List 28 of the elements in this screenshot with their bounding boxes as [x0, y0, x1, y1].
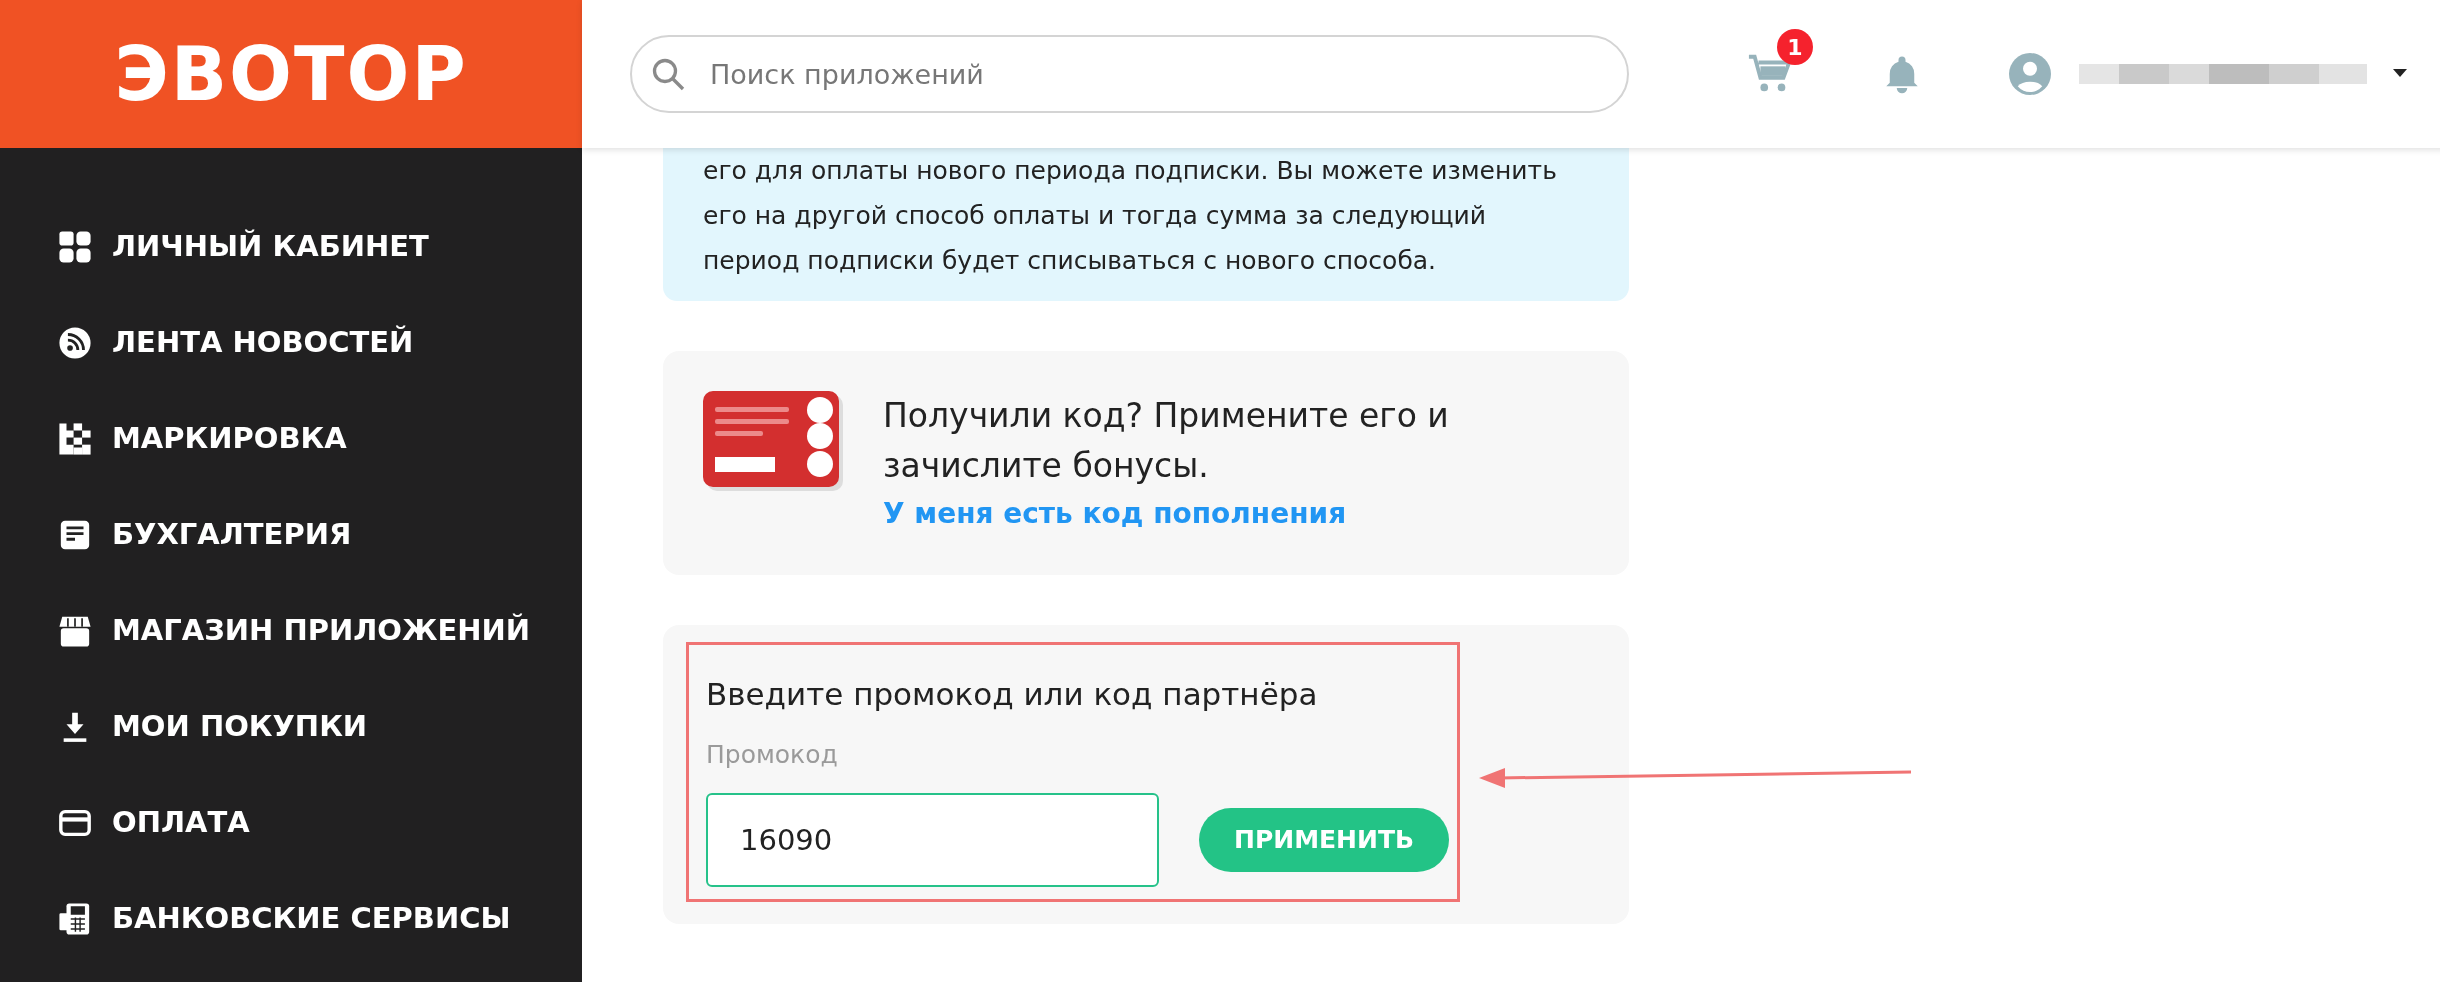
terminal-icon [58, 902, 92, 936]
promo-field-label: Промокод [706, 738, 839, 771]
sidebar-item[interactable]: БАНКОВСКИЕ СЕРВИСЫ [58, 896, 582, 942]
sidebar-item[interactable]: БУХГАЛТЕРИЯ [58, 512, 582, 558]
search-icon [650, 56, 686, 92]
avatar-icon[interactable] [2009, 53, 2051, 95]
store-icon [58, 614, 92, 648]
sidebar-item[interactable]: МАРКИРОВКА [58, 416, 582, 462]
document-icon [58, 518, 92, 552]
sidebar-item[interactable]: МОИ ПОКУПКИ [58, 704, 582, 750]
dropdown-caret-icon[interactable] [2393, 69, 2407, 79]
sidebar-item[interactable]: МАГАЗИН ПРИЛОЖЕНИЙ [58, 608, 582, 654]
sidebar-item[interactable]: ЛЕНТА НОВОСТЕЙ [58, 320, 582, 366]
sidebar-item[interactable]: ОПЛАТА [58, 800, 582, 846]
info-text: период подписки будет списываться с нового способа. [703, 245, 1438, 277]
gift-card-icon [703, 391, 843, 491]
info-text: его для оплаты нового периода подписки. Вы можете изменить [703, 155, 1558, 187]
info-text: его на другой способ оплаты и тогда сумма за следующий [703, 200, 1488, 232]
rss-icon [58, 326, 92, 360]
promo-title: Введите промокод или код партнёра [706, 675, 1319, 714]
sidebar-item[interactable]: ЛИЧНЫЙ КАБИНЕТ [58, 224, 582, 270]
checker-icon [58, 422, 92, 456]
logo[interactable]: ЭВОТОР [114, 18, 468, 130]
code-card-text: Получили код? Примените его и зачислите бонусы. [883, 395, 1450, 487]
tiles-icon [58, 230, 92, 264]
promo-input-field[interactable]: 16090 [706, 793, 1159, 887]
cart-count-badge: 1 [1777, 29, 1813, 65]
search-field[interactable]: Поиск приложений [630, 35, 1629, 113]
